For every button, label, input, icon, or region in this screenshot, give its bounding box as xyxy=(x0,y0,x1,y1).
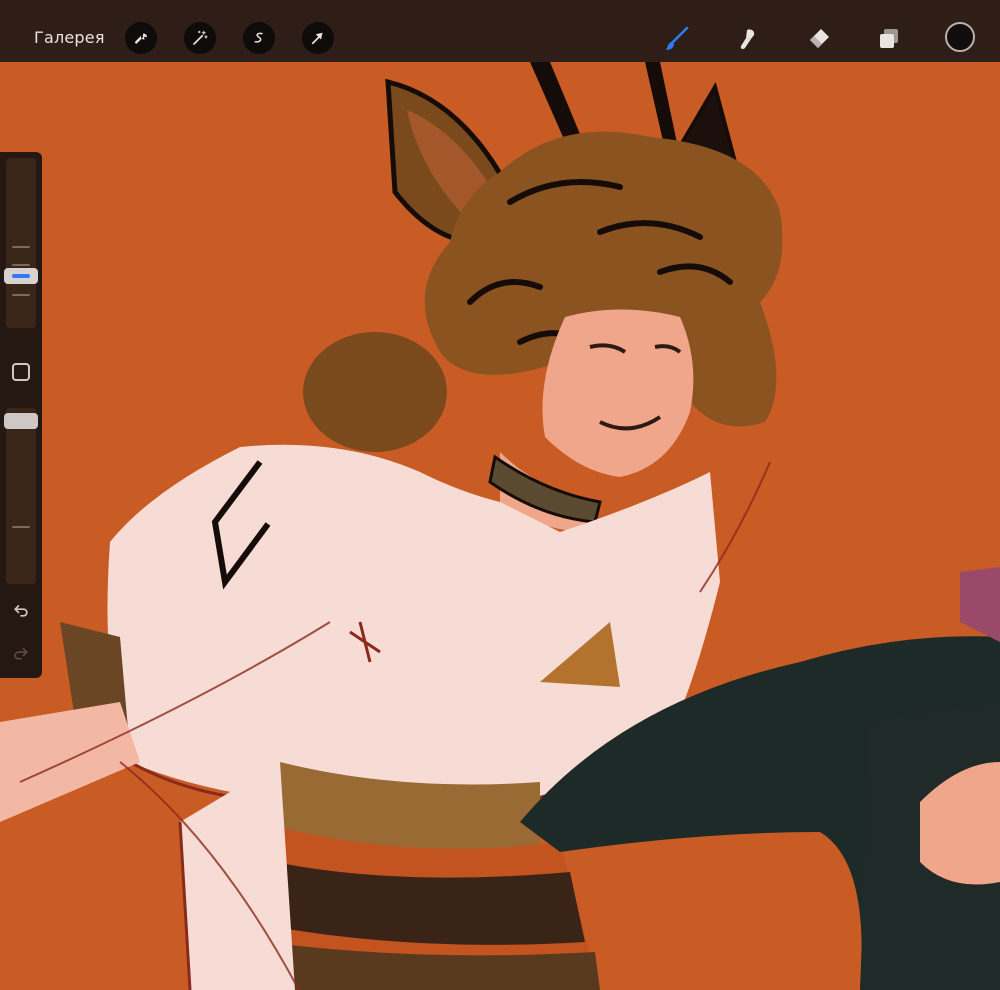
opacity-handle[interactable] xyxy=(4,413,38,429)
modify-button[interactable] xyxy=(12,363,30,381)
artwork-illustration xyxy=(0,62,1000,990)
layers-icon xyxy=(880,29,898,48)
left-sidebar xyxy=(0,152,42,678)
transform-arrow-icon xyxy=(311,32,323,45)
brush-icon xyxy=(666,26,689,50)
slider-tick xyxy=(12,264,30,266)
brush-size-slider[interactable] xyxy=(6,158,36,328)
opacity-slider[interactable] xyxy=(6,408,36,584)
layers-tool[interactable] xyxy=(874,24,904,54)
selection-icon xyxy=(254,32,263,43)
selection-button[interactable] xyxy=(243,22,275,54)
actions-button[interactable] xyxy=(125,22,157,54)
adjustments-button[interactable] xyxy=(184,22,216,54)
color-picker-button[interactable] xyxy=(945,22,975,52)
smudge-tool[interactable] xyxy=(733,24,763,54)
undo-button[interactable] xyxy=(10,599,32,621)
eraser-icon xyxy=(810,29,829,48)
drawing-canvas[interactable] xyxy=(0,62,1000,990)
top-toolbar: Галерея xyxy=(0,0,1000,62)
transform-button[interactable] xyxy=(302,22,334,54)
slider-tick xyxy=(12,246,30,248)
undo-icon xyxy=(14,605,28,617)
smudge-icon xyxy=(740,29,755,50)
brush-tool[interactable] xyxy=(662,24,692,54)
slider-tick xyxy=(12,526,30,528)
magic-wand-icon xyxy=(193,30,208,45)
slider-tick xyxy=(12,294,30,296)
wrench-icon xyxy=(135,33,147,44)
gallery-button[interactable]: Галерея xyxy=(34,28,105,47)
brush-size-handle[interactable] xyxy=(4,268,38,284)
redo-icon xyxy=(14,648,28,660)
redo-button[interactable] xyxy=(10,642,32,664)
eraser-tool[interactable] xyxy=(804,24,834,54)
